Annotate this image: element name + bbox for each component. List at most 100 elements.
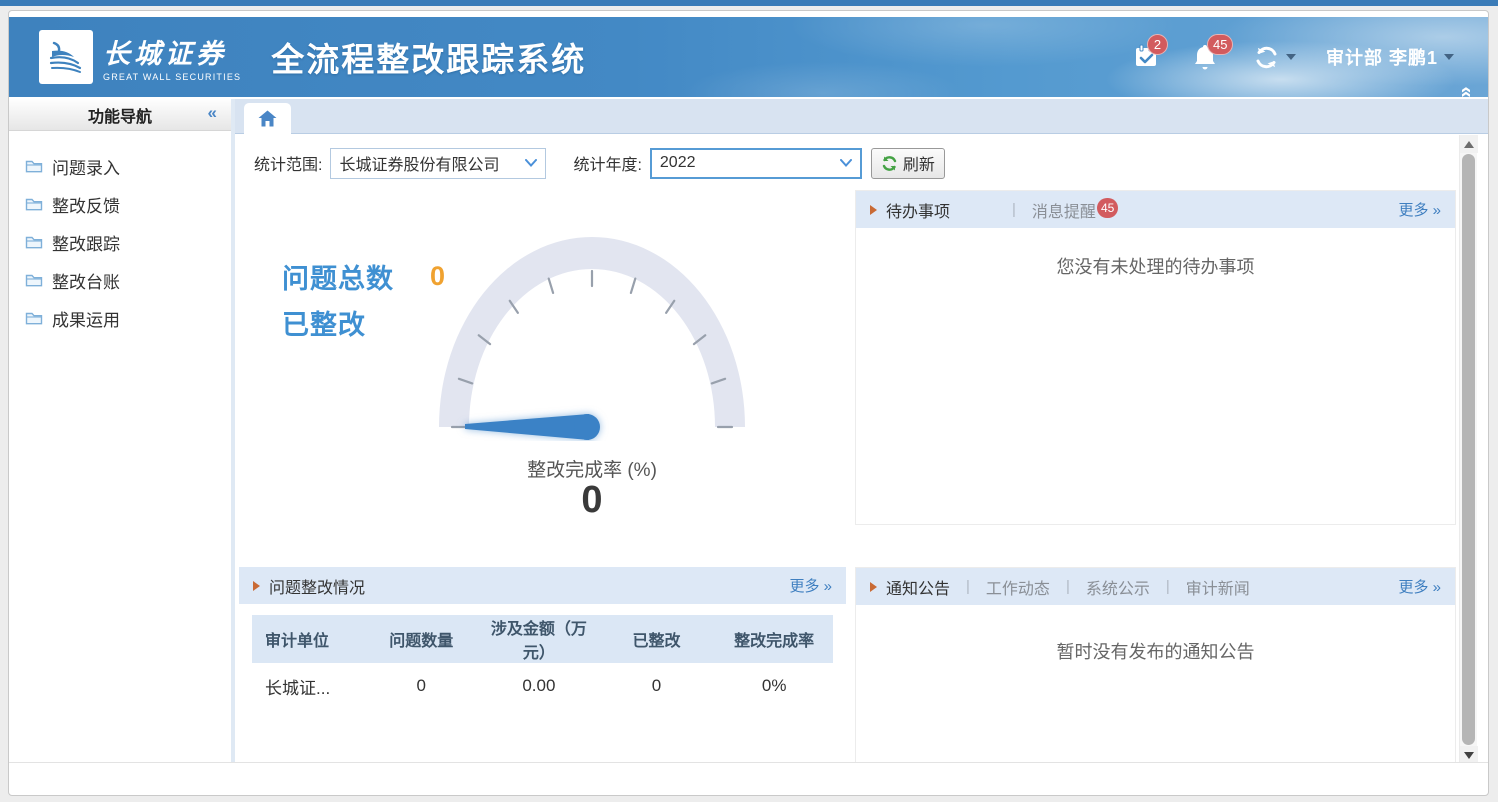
cell-problem-count: 0 [362, 663, 480, 709]
divider: | [1066, 578, 1070, 595]
user-name: 审计部 李鹏1 [1326, 44, 1438, 70]
sidebar-item-rectify-tracking[interactable]: 整改跟踪 [25, 223, 231, 261]
cell-completion-rate: 0% [715, 663, 833, 709]
sidebar: 功能导航 « 问题录入 整改反馈 [9, 99, 231, 764]
triangle-marker-icon [870, 205, 877, 215]
chevron-down-icon [1444, 54, 1454, 60]
tab-work-updates[interactable]: 工作动态 [986, 575, 1050, 599]
year-filter-label: 统计年度: [573, 151, 641, 175]
scope-select[interactable]: 长城证券股份有限公司 [330, 148, 546, 179]
tab-audit-news[interactable]: 审计新闻 [1186, 575, 1250, 599]
completion-rate-gauge [397, 227, 787, 441]
sidebar-title: 功能导航 [88, 103, 152, 127]
gauge-value: 0 [397, 479, 787, 522]
rectification-panel-header: 问题整改情况 更多 » [239, 567, 846, 604]
app-header: 长城证券 GREAT WALL SECURITIES 全流程整改跟踪系统 2 [9, 17, 1488, 97]
col-completion-rate: 整改完成率 [715, 615, 833, 663]
triangle-marker-icon [870, 582, 877, 592]
user-menu[interactable]: 审计部 李鹏1 [1326, 44, 1454, 70]
triangle-up-icon [1464, 141, 1474, 148]
sidebar-item-label: 整改反馈 [52, 192, 120, 217]
col-problem-count: 问题数量 [362, 615, 480, 663]
app-window: 长城证券 GREAT WALL SECURITIES 全流程整改跟踪系统 2 [8, 10, 1489, 796]
divider: | [966, 578, 970, 595]
sidebar-item-problem-entry[interactable]: 问题录入 [25, 147, 231, 185]
tab-system-announcements[interactable]: 系统公示 [1086, 575, 1150, 599]
vertical-scrollbar[interactable] [1459, 135, 1477, 764]
screen: 长城证券 GREAT WALL SECURITIES 全流程整改跟踪系统 2 [0, 0, 1498, 802]
sidebar-item-result-application[interactable]: 成果运用 [25, 299, 231, 337]
sidebar-collapse-button[interactable]: « [208, 103, 217, 123]
scroll-up-button[interactable] [1460, 135, 1478, 153]
rectification-panel: 问题整改情况 更多 » 审计单位 问题数量 涉及金额（万元） 已整改 整改完成率 [239, 567, 846, 763]
todo-count-badge[interactable]: 2 [1147, 34, 1168, 55]
todo-notification-button[interactable]: 2 [1133, 43, 1163, 71]
gauge-needle [465, 414, 600, 440]
cell-audit-unit: 长城证... [252, 663, 362, 709]
browser-top-strip [0, 0, 1498, 6]
stat-total-label: 问题总数 [282, 257, 394, 296]
tab-home[interactable] [244, 103, 291, 134]
footer-bar [9, 762, 1488, 789]
folder-icon [25, 197, 43, 212]
cell-rectified: 0 [598, 663, 716, 709]
app-title: 全流程整改跟踪系统 [271, 33, 586, 81]
company-name-cn: 长城证券 [103, 32, 241, 71]
todo-panel: 待办事项 | 消息提醒45 更多 » 您没有未处理的待办事项 [855, 190, 1456, 525]
notice-panel: 通知公告 | 工作动态 | 系统公示 | 审计新闻 更多 » 暂时没有发布的通知… [855, 567, 1456, 763]
rectification-panel-title: 问题整改情况 [269, 574, 365, 598]
logo-wave-icon [46, 37, 86, 77]
sidebar-item-rectify-ledger[interactable]: 整改台账 [25, 261, 231, 299]
sidebar-item-label: 整改台账 [52, 268, 120, 293]
rectification-more-link[interactable]: 更多 » [789, 575, 832, 596]
message-notification-button[interactable]: 45 [1193, 43, 1223, 71]
folder-icon [25, 311, 43, 326]
chevron-down-icon [840, 159, 852, 167]
chevron-down-icon [1286, 54, 1296, 60]
table-row[interactable]: 长城证... 0 0.00 0 0% [252, 663, 833, 709]
col-audit-unit: 审计单位 [252, 615, 362, 663]
filter-row: 统计范围: 长城证券股份有限公司 统计年度: 2022 [254, 146, 945, 180]
stat-rectified-label: 已整改 [282, 303, 366, 342]
sidebar-item-rectify-feedback[interactable]: 整改反馈 [25, 185, 231, 223]
notice-panel-header: 通知公告 | 工作动态 | 系统公示 | 审计新闻 更多 » [856, 568, 1455, 605]
sidebar-header: 功能导航 « [9, 99, 231, 131]
notice-more-link[interactable]: 更多 » [1398, 576, 1441, 597]
dashboard-content: 统计范围: 长城证券股份有限公司 统计年度: 2022 [235, 135, 1489, 764]
home-icon [258, 110, 277, 127]
triangle-marker-icon [253, 581, 260, 591]
tab-todo-items[interactable]: 待办事项 [886, 198, 950, 222]
collapse-header-button[interactable]: « [1459, 86, 1473, 97]
refresh-menu-button[interactable] [1253, 44, 1296, 71]
sync-icon [1253, 44, 1280, 71]
folder-icon [25, 159, 43, 174]
table-header-row: 审计单位 问题数量 涉及金额（万元） 已整改 整改完成率 [252, 615, 833, 663]
tab-notices[interactable]: 通知公告 [886, 575, 950, 599]
triangle-down-icon [1464, 752, 1474, 759]
rectification-table: 审计单位 问题数量 涉及金额（万元） 已整改 整改完成率 长城证... 0 [252, 615, 833, 709]
year-select[interactable]: 2022 [650, 148, 862, 179]
year-select-value: 2022 [660, 154, 840, 172]
cell-amount: 0.00 [480, 663, 598, 709]
scope-filter-label: 统计范围: [254, 151, 322, 175]
refresh-button[interactable]: 刷新 [871, 148, 945, 179]
col-amount: 涉及金额（万元） [480, 615, 598, 663]
company-logo-text: 长城证券 GREAT WALL SECURITIES [103, 32, 241, 82]
scope-select-value: 长城证券股份有限公司 [339, 151, 525, 175]
sidebar-item-label: 整改跟踪 [52, 230, 120, 255]
todo-more-link[interactable]: 更多 » [1398, 199, 1441, 220]
company-logo [39, 30, 93, 84]
chevron-down-icon [525, 159, 537, 167]
scrollbar-thumb[interactable] [1462, 154, 1475, 745]
tab-message-reminder[interactable]: 消息提醒45 [1032, 198, 1118, 222]
col-rectified: 已整改 [598, 615, 716, 663]
tab-message-label: 消息提醒 [1032, 204, 1096, 221]
company-name-en: GREAT WALL SECURITIES [103, 72, 241, 82]
message-count-badge[interactable]: 45 [1207, 34, 1233, 55]
header-actions: 2 45 [1133, 43, 1454, 71]
refresh-button-label: 刷新 [903, 151, 935, 175]
refresh-icon [881, 155, 898, 172]
folder-icon [25, 235, 43, 250]
sidebar-item-label: 问题录入 [52, 154, 120, 179]
main-area: 统计范围: 长城证券股份有限公司 统计年度: 2022 [235, 99, 1489, 764]
